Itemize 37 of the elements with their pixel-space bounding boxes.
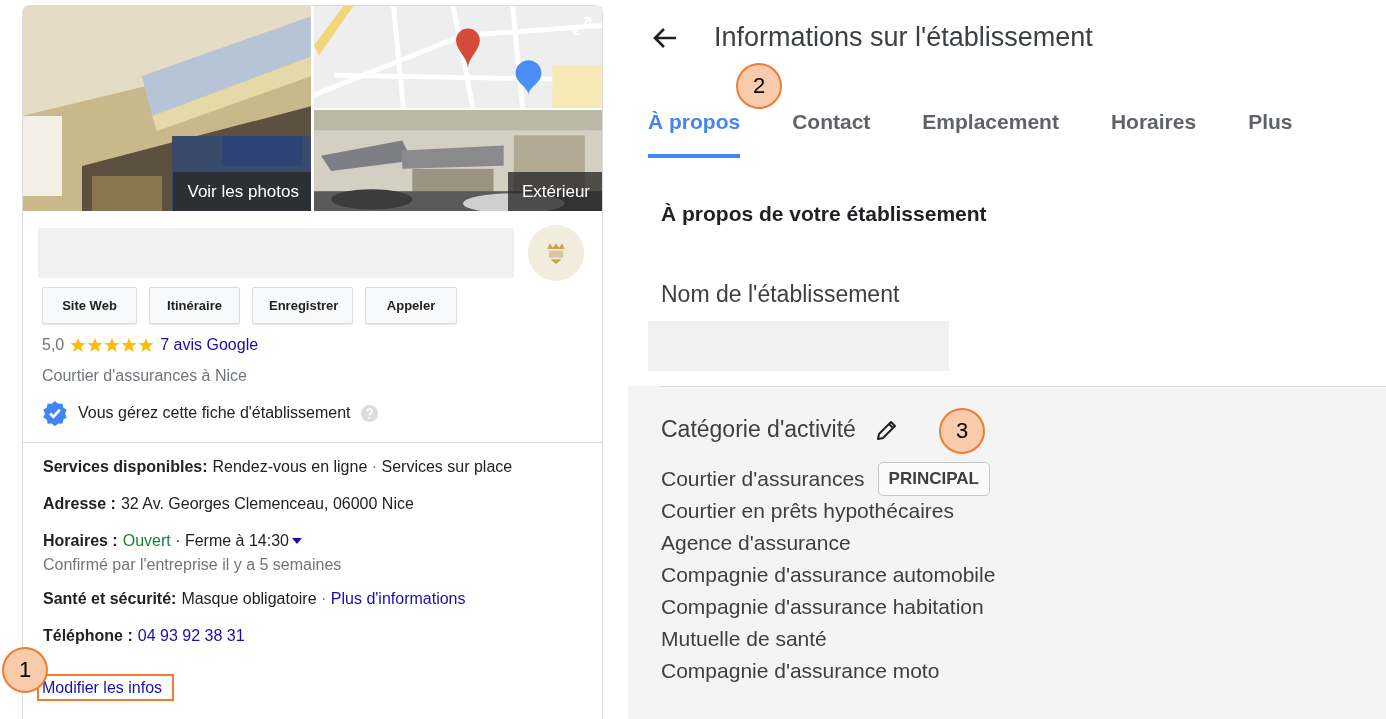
info-line: Santé et sécurité: Masque obligatoire · Plus d'informations [43,589,466,609]
info-link[interactable]: 04 93 92 38 31 [137,627,245,644]
info-line: Téléphone : 04 93 92 38 31 [43,626,245,646]
category-item: Compagnie d'assurance moto [661,659,940,683]
panel-title: Informations sur l'établissement [714,22,1093,53]
info-link[interactable]: Plus d'informations [330,590,466,607]
category-item: Courtier en prêts hypothécaires [661,499,954,523]
rating-score: 5,0 [42,336,65,354]
photo-caption[interactable]: Extérieur [507,172,602,211]
edit-info-link[interactable]: Modifier les infos [42,679,163,696]
field-label: Nom de l'établissement [660,280,901,308]
business-category: Courtier d'assurances à Nice [41,366,248,385]
photo-caption[interactable]: Voir les photos [173,172,311,211]
action-button[interactable]: Site Web [42,287,137,324]
action-button[interactable]: Appeler [365,287,457,324]
step-marker: 2 [736,63,782,109]
action-button[interactable]: Enregistrer [252,287,353,324]
primary-tag: PRINCIPAL [877,462,990,496]
confirmation-note: Confirmé par l'entreprise il y a 5 semaines [43,555,343,575]
tab[interactable]: Emplacement [922,102,1059,158]
tab[interactable]: Plus [1248,102,1293,158]
tab[interactable]: Contact [792,102,871,158]
category-heading: Catégorie d'activité [661,416,856,443]
category-item: Compagnie d'assurance habitation [661,595,984,619]
managed-notice: Vous gérez cette fiche d'établissement [78,404,351,422]
reviews-link[interactable]: 7 avis Google [160,336,259,354]
info-line: Adresse : 32 Av. Georges Clemenceau, 06000 Nice [43,494,414,514]
category-item: Agence d'assurance [661,531,851,555]
category-item: Mutuelle de santé [661,627,827,651]
tab[interactable]: À propos [648,102,741,158]
category-item: Compagnie d'assurance automobile [661,563,996,587]
tab[interactable]: Horaires [1110,102,1197,158]
info-line: Horaires : Ouvert · Ferme à 14:30 [43,531,289,551]
action-button[interactable]: Itinéraire [149,287,240,324]
category-item: Courtier d'assurances [661,467,865,491]
section-heading: À propos de votre établissement [660,201,988,226]
info-line: Services disponibles: Rendez-vous en ligne · Services sur place [43,457,513,477]
